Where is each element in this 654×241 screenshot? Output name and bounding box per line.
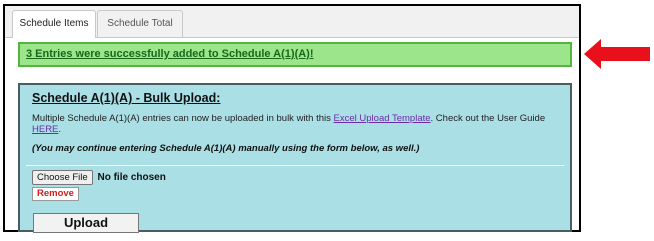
file-input-row: Choose File No file chosen (32, 170, 166, 186)
app-frame: Schedule Items Schedule Total 3 Entries … (3, 4, 581, 233)
file-status: No file chosen (97, 172, 166, 183)
description-text-2: . Check out the User Guide (430, 113, 546, 124)
choose-file-button[interactable]: Choose File (32, 170, 93, 185)
left-arrow-icon (584, 39, 650, 69)
success-banner: 3 Entries were successfully added to Sch… (18, 42, 572, 67)
tab-schedule-items[interactable]: Schedule Items (12, 10, 96, 38)
user-guide-link[interactable]: HERE (32, 124, 58, 135)
tab-bar: Schedule Items Schedule Total (5, 6, 579, 38)
manual-entry-note: (You may continue entering Schedule A(1)… (32, 143, 420, 154)
bulk-upload-panel: Schedule A(1)(A) - Bulk Upload: Multiple… (18, 83, 572, 233)
success-message: 3 Entries were successfully added to Sch… (26, 48, 314, 60)
upload-button[interactable]: Upload (33, 213, 139, 233)
bulk-upload-description: Multiple Schedule A(1)(A) entries can no… (32, 113, 560, 135)
excel-template-link[interactable]: Excel Upload Template (334, 113, 431, 124)
description-text-3: . (58, 124, 62, 135)
tab-schedule-total[interactable]: Schedule Total (97, 10, 183, 37)
bulk-upload-title: Schedule A(1)(A) - Bulk Upload: (32, 91, 221, 105)
remove-button[interactable]: Remove (32, 187, 79, 201)
divider (26, 165, 564, 166)
description-text-1: Multiple Schedule A(1)(A) entries can no… (32, 113, 334, 124)
